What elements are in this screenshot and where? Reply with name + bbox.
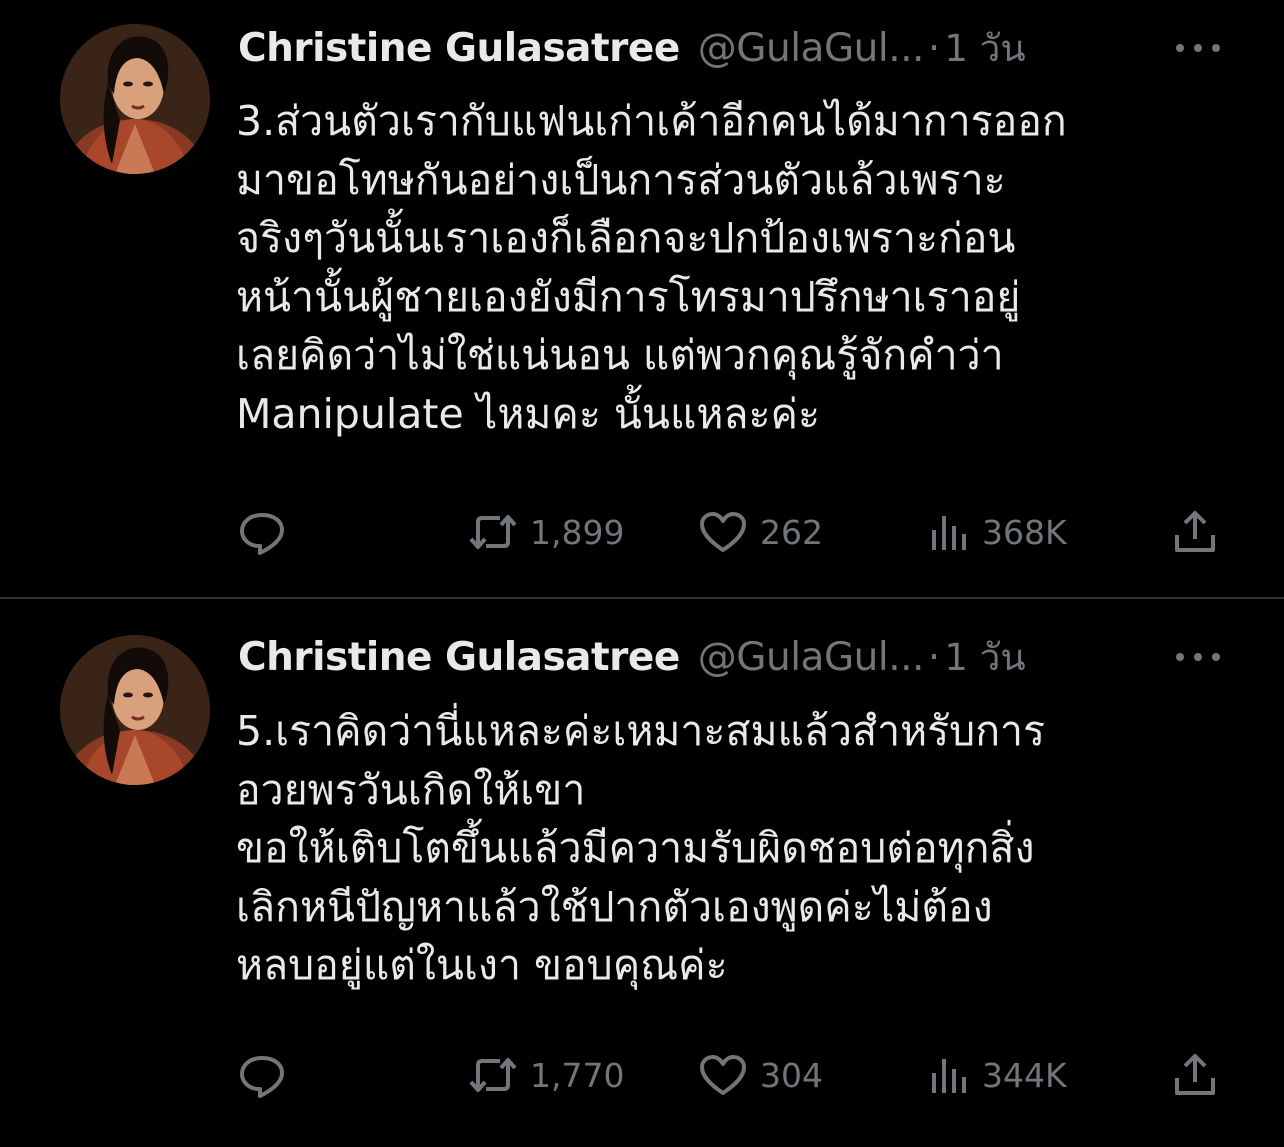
- share-icon: [1175, 1054, 1215, 1095]
- views-button[interactable]: 368K: [928, 507, 1067, 557]
- reply-icon: [240, 1056, 284, 1098]
- share-button[interactable]: [1172, 1050, 1218, 1100]
- retweet-icon: [469, 515, 517, 549]
- share-icon: [1175, 511, 1215, 552]
- user-handle[interactable]: @GulaGul...: [698, 635, 925, 680]
- display-name[interactable]: Christine Gulasatree: [238, 26, 680, 71]
- retweet-button[interactable]: 1,770: [468, 1050, 624, 1100]
- avatar[interactable]: [60, 635, 210, 785]
- views-count: 368K: [982, 512, 1067, 552]
- reply-button[interactable]: [236, 1050, 288, 1100]
- share-button[interactable]: [1172, 507, 1218, 557]
- like-count: 304: [760, 1055, 823, 1095]
- like-button[interactable]: 262: [698, 507, 823, 557]
- views-count: 344K: [982, 1055, 1067, 1095]
- retweet-icon: [469, 1058, 517, 1092]
- retweet-button[interactable]: 1,899: [468, 507, 624, 557]
- action-bar: 1,899 262 368K: [236, 507, 1226, 557]
- avatar-image: [60, 24, 210, 174]
- tweet-text: 5.เราคิดว่านี่แหละค่ะเหมาะสมแล้วสำหรับกา…: [236, 707, 1046, 989]
- tweet-text: 3.ส่วนตัวเรากับแฟนเก่าเค้าอีกคนได้มาการอ…: [236, 97, 1067, 438]
- retweet-count: 1,770: [530, 1055, 625, 1095]
- like-button[interactable]: 304: [698, 1050, 823, 1100]
- views-chart-icon: [932, 1059, 966, 1093]
- timestamp[interactable]: 1 วัน: [944, 19, 1025, 78]
- avatar-image: [60, 635, 210, 785]
- avatar[interactable]: [60, 24, 210, 174]
- views-button[interactable]: 344K: [928, 1050, 1067, 1100]
- display-name[interactable]: Christine Gulasatree: [238, 635, 680, 680]
- user-handle[interactable]: @GulaGul...: [698, 26, 925, 71]
- reply-icon: [240, 513, 284, 555]
- retweet-count: 1,899: [530, 512, 625, 552]
- timestamp[interactable]: 1 วัน: [944, 628, 1025, 687]
- separator-dot: ·: [927, 25, 941, 71]
- tweet-header: Christine Gulasatree @GulaGul... · 1 วัน: [238, 20, 1224, 76]
- reply-button[interactable]: [236, 507, 288, 557]
- views-chart-icon: [932, 516, 966, 550]
- more-dots-icon[interactable]: [1172, 639, 1224, 675]
- separator-dot: ·: [927, 634, 941, 680]
- tweet-header: Christine Gulasatree @GulaGul... · 1 วัน: [238, 629, 1224, 685]
- tweet[interactable]: Christine Gulasatree @GulaGul... · 1 วัน…: [0, 0, 1284, 598]
- heart-icon: [700, 512, 746, 552]
- timeline: Christine Gulasatree @GulaGul... · 1 วัน…: [0, 0, 1284, 1147]
- heart-icon: [700, 1055, 746, 1095]
- like-count: 262: [760, 512, 823, 552]
- tweet[interactable]: Christine Gulasatree @GulaGul... · 1 วัน…: [0, 599, 1284, 1147]
- more-dots-icon[interactable]: [1172, 30, 1224, 66]
- action-bar: 1,770 304 344K: [236, 1050, 1226, 1100]
